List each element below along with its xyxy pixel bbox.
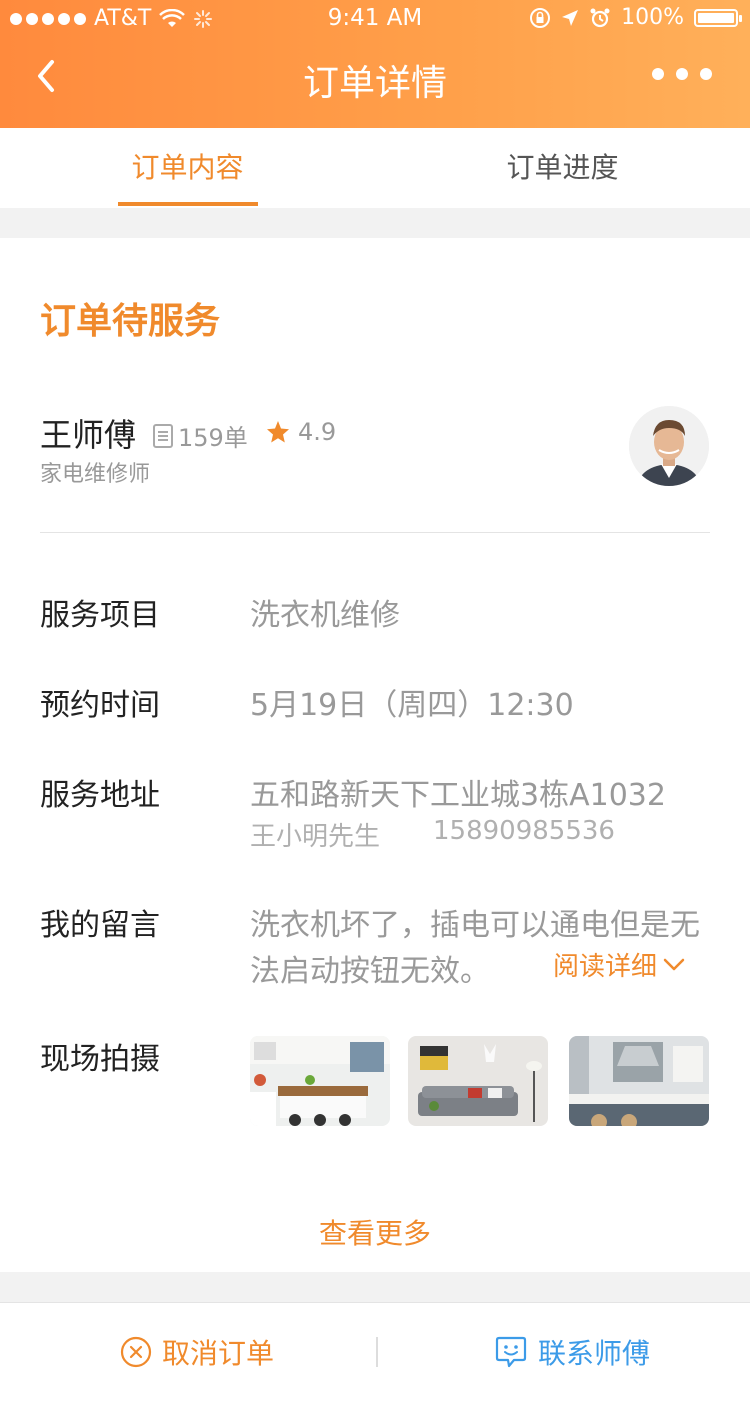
site-photo-3[interactable]	[569, 1036, 709, 1126]
chat-icon	[495, 1336, 527, 1368]
order-card: 订单待服务 王师傅 159单 4.9 家电维修师 服务项目 洗衣机维修 预约时间	[0, 238, 750, 1272]
tab-order-progress[interactable]: 订单进度	[375, 128, 750, 208]
tab-order-content[interactable]: 订单内容	[0, 128, 375, 208]
star-icon	[267, 421, 289, 443]
address-value: 五和路新天下工业城3栋A1032	[250, 778, 666, 813]
battery-percent: 100%	[621, 5, 684, 30]
site-photo-1[interactable]	[250, 1036, 390, 1126]
header: AT&T 9:41 AM 100% 订单详情	[0, 0, 750, 128]
order-list-icon	[153, 423, 173, 448]
site-photo-2[interactable]	[408, 1036, 548, 1126]
read-more-link[interactable]: 阅读详细	[553, 946, 685, 983]
message-label: 我的留言	[40, 908, 160, 943]
contact-name: 王小明先生	[250, 822, 381, 852]
contact-technician-button[interactable]: 联系师傅	[494, 1303, 650, 1401]
message-line-2: 法启动按钮无效。	[250, 954, 490, 989]
order-status-title: 订单待服务	[40, 301, 221, 342]
battery-icon	[694, 8, 742, 27]
rotation-lock-icon	[530, 7, 551, 28]
technician-order-count: 159单	[152, 418, 248, 453]
address-label: 服务地址	[40, 778, 160, 813]
contact-technician-label: 联系师傅	[538, 1337, 651, 1370]
cancel-order-button[interactable]: 取消订单	[120, 1303, 274, 1401]
alarm-icon	[590, 8, 610, 27]
section-divider	[40, 532, 710, 533]
contact-phone[interactable]: 15890985536	[433, 816, 615, 846]
message-line-1: 洗衣机坏了，插电可以通电但是无	[250, 908, 700, 943]
navbar: 订单详情	[0, 38, 750, 128]
photos-label: 现场拍摄	[40, 1042, 160, 1077]
rating-value: 4.9	[298, 418, 337, 446]
see-more-button[interactable]: 查看更多	[0, 1212, 750, 1252]
technician-role: 家电维修师	[40, 462, 151, 487]
close-circle-icon	[120, 1336, 152, 1368]
chevron-down-icon	[663, 958, 685, 970]
read-more-label: 阅读详细	[553, 952, 658, 982]
page-title: 订单详情	[302, 63, 447, 104]
tab-bar: 订单内容 订单进度	[0, 128, 750, 208]
service-label: 服务项目	[40, 598, 160, 633]
status-bar-right: 100%	[529, 5, 742, 30]
appointment-value: 5月19日（周四）12:30	[250, 688, 574, 723]
appointment-label: 预约时间	[40, 688, 160, 723]
bottom-action-bar: 取消订单 联系师傅	[0, 1302, 750, 1401]
status-bar: AT&T 9:41 AM 100%	[0, 0, 750, 38]
service-value: 洗衣机维修	[250, 598, 400, 633]
active-tab-indicator	[118, 202, 258, 206]
technician-name: 王师傅	[40, 416, 137, 454]
action-divider	[376, 1337, 378, 1367]
technician-rating: 4.9	[266, 418, 336, 446]
order-count-label: 159单	[178, 424, 248, 452]
location-arrow-icon	[562, 9, 579, 26]
technician-avatar[interactable]	[629, 406, 709, 486]
cancel-order-label: 取消订单	[162, 1337, 275, 1370]
more-options-icon[interactable]	[652, 68, 712, 80]
